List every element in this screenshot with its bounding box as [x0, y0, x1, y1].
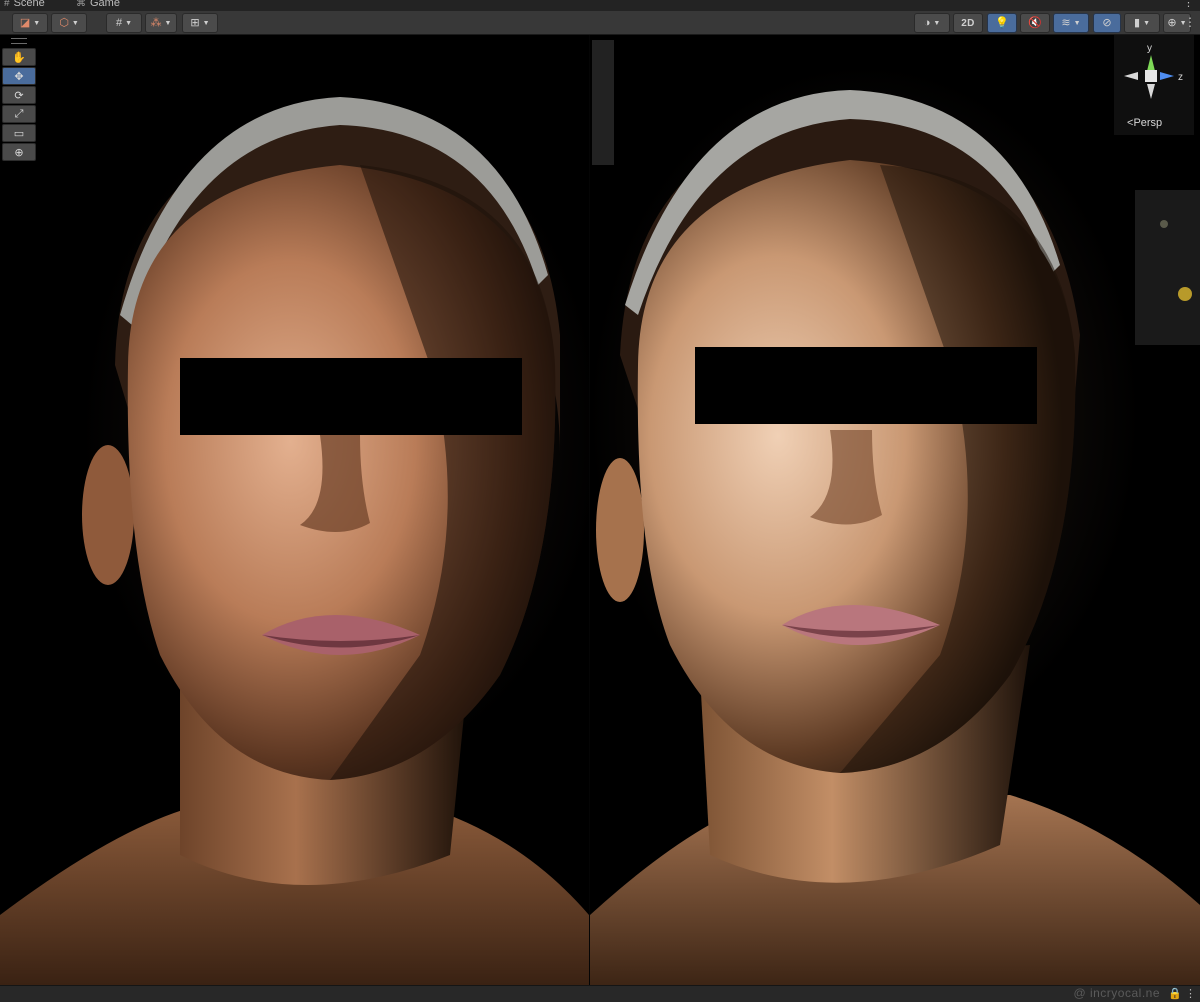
chevron-down-icon: ▼ — [202, 19, 210, 27]
rotate-tool[interactable]: ⟳ — [2, 86, 36, 104]
eye-slash-icon: ⊘ — [1102, 16, 1112, 29]
lightbulb-icon: 💡 — [995, 16, 1009, 29]
watermark-text: @ incryocal.ne — [1073, 986, 1160, 1000]
object-mode-dropdown[interactable]: ⬡ ▼ — [51, 13, 87, 33]
toggle-2d-label: 2D — [961, 17, 975, 29]
left-censor-bar — [180, 358, 522, 435]
camera-settings-dropdown[interactable]: ▮ ▼ — [1124, 13, 1160, 33]
camera-icon: ▮ — [1134, 16, 1141, 29]
left-face-render — [0, 97, 589, 985]
move-tool[interactable]: ✥ — [2, 67, 36, 85]
increment-snap-icon: ⁂ — [150, 16, 162, 29]
lighting-toggle[interactable]: 💡 — [987, 13, 1017, 33]
drag-handle[interactable] — [11, 38, 27, 44]
move-icon: ✥ — [14, 70, 24, 83]
chevron-down-icon: ▼ — [164, 19, 172, 27]
shading-sphere-icon: ◑ — [923, 16, 931, 29]
chevron-down-icon: ▼ — [71, 19, 79, 27]
rect-icon: ▭ — [13, 127, 25, 140]
tab-strip: # Scene ⌘ Game ⋮ — [0, 0, 1200, 11]
left-render-panel — [0, 35, 589, 985]
scene-viewport[interactable]: ✋ ✥ ⟳ ⤢ ▭ ⊕ — [0, 35, 1200, 985]
audio-mute-icon: 🔇 — [1028, 16, 1042, 29]
tab-game-label: Game — [90, 0, 120, 9]
chevron-down-icon: ▼ — [1073, 19, 1081, 27]
right-censor-bar — [695, 347, 1037, 424]
gizmo-y-label: y — [1147, 43, 1152, 54]
status-more-icon[interactable]: ⋮ — [1185, 988, 1196, 1000]
transform-icon: ⊕ — [14, 146, 24, 159]
effects-dropdown[interactable]: ≋ ▼ — [1053, 13, 1089, 33]
tab-game[interactable]: ⌘ Game — [76, 0, 120, 11]
hand-icon: ✋ — [12, 51, 26, 64]
increment-snap-dropdown[interactable]: ⁂ ▼ — [145, 13, 177, 33]
scale-icon: ⤢ — [14, 107, 24, 120]
gizmo-center-cube[interactable] — [1145, 70, 1157, 82]
layers-icon: ≋ — [1061, 16, 1071, 29]
tab-menu-icon[interactable]: ⋮ — [1183, 0, 1194, 9]
chevron-down-icon: ▼ — [1143, 19, 1150, 27]
scale-tool[interactable]: ⤢ — [2, 105, 36, 123]
chevron-down-icon: ▼ — [125, 19, 133, 27]
grid-visibility-icon: ⊞ — [190, 16, 200, 29]
toggle-2d-button[interactable]: 2D — [953, 13, 983, 33]
scene-toolbar: ◪ ▼ ⬡ ▼ # ▼ ⁂ ▼ ⊞ ▼ ◑ ▼ 2D 💡 🔇 ≋ ▼ ⊘ ▮ ▼ ⊕ ▼ ⋮ — [0, 11, 1200, 35]
hash-icon: # — [4, 0, 10, 9]
lock-icon[interactable]: 🔒 — [1168, 988, 1182, 1000]
gamepad-icon: ⌘ — [76, 0, 86, 9]
rotate-icon: ⟳ — [14, 89, 24, 102]
draw-mode-icon: ◪ — [19, 16, 31, 29]
chevron-down-icon: ▼ — [933, 19, 941, 27]
background-light-dot — [1178, 287, 1192, 301]
shading-mode-dropdown[interactable]: ◑ ▼ — [914, 13, 950, 33]
chevron-down-icon: ▼ — [33, 19, 41, 27]
status-bar: @ incryocal.ne 🔒 ⋮ — [0, 985, 1200, 1002]
tab-scene[interactable]: # Scene — [4, 0, 45, 11]
cube-icon: ⬡ — [59, 16, 69, 29]
status-icons: 🔒 ⋮ — [1168, 987, 1196, 1000]
grid-snap-dropdown[interactable]: # ▼ — [106, 13, 142, 33]
background-reflection-probe — [1135, 190, 1200, 345]
hand-tool[interactable]: ✋ — [2, 48, 36, 66]
grid-visibility-dropdown[interactable]: ⊞ ▼ — [182, 13, 218, 33]
background-light-dot — [1160, 220, 1168, 228]
tab-scene-label: Scene — [13, 0, 45, 9]
audio-toggle[interactable]: 🔇 — [1020, 13, 1050, 33]
toolbar-more-icon[interactable]: ⋮ — [1184, 15, 1196, 29]
right-face-render — [590, 90, 1200, 985]
gizmo-z-label: z — [1178, 72, 1183, 83]
right-render-panel — [590, 35, 1200, 985]
projection-toggle[interactable]: <Persp — [1127, 117, 1162, 129]
projection-label: Persp — [1133, 117, 1163, 129]
scene-tools-palette: ✋ ✥ ⟳ ⤢ ▭ ⊕ — [2, 38, 36, 162]
scene-visibility-toggle[interactable]: ⊘ — [1093, 13, 1121, 33]
draw-mode-dropdown[interactable]: ◪ ▼ — [12, 13, 48, 33]
rect-tool[interactable]: ▭ — [2, 124, 36, 142]
globe-icon: ⊕ — [1167, 16, 1177, 29]
transform-tool[interactable]: ⊕ — [2, 143, 36, 161]
grid-snap-icon: # — [115, 16, 123, 29]
